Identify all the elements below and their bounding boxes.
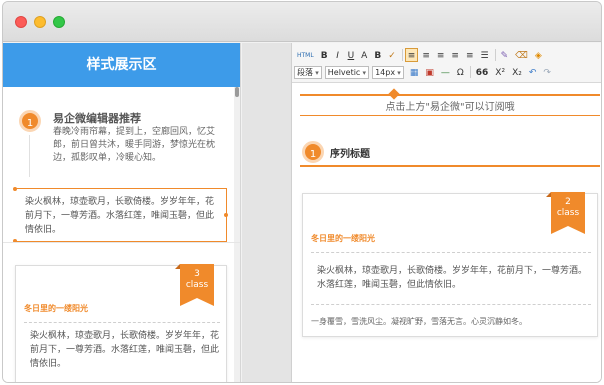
panel-gap — [242, 43, 291, 382]
html-button[interactable]: HTML — [294, 48, 317, 62]
divider — [3, 242, 240, 243]
subscribe-text[interactable]: 点击上方"易企微"可以订阅哦 — [300, 98, 600, 113]
line-icon[interactable]: — — [438, 65, 453, 79]
preview-scrollbar-thumb[interactable] — [235, 87, 239, 97]
preview-header: 样式展示区 — [3, 43, 240, 87]
paragraph-select[interactable]: 段落 — [294, 65, 322, 79]
align-right-button[interactable]: ≡ — [434, 48, 448, 62]
italic-button[interactable]: I — [332, 48, 344, 62]
underline-button[interactable]: U — [345, 48, 358, 62]
class-badge-number: 2 — [565, 197, 571, 207]
toolbar-row-1: HTML B I U A B ✓ ≡ ≡ ≡ ≡ ≡ ☰ ✎ ⌫ ◈ — [294, 47, 546, 63]
card-footer-text: 一身覆雪，雪洗风尘。凝视旷野，雪落无言。心灵沉静如冬。 — [311, 317, 527, 326]
indent-button[interactable]: ≡ — [463, 48, 477, 62]
subscribe-bottom-line — [300, 115, 600, 116]
editor-toolbar: HTML B I U A B ✓ ≡ ≡ ≡ ≡ ≡ ☰ ✎ ⌫ ◈ 段落 ▾ … — [292, 43, 601, 83]
toolbar-separator — [469, 66, 471, 78]
card-title: 冬日里的一缕阳光 — [311, 234, 375, 243]
eraser-icon[interactable]: ⌫ — [512, 48, 531, 62]
pencil-icon[interactable]: ✎ — [498, 48, 512, 62]
redo-icon[interactable]: ↷ — [540, 65, 554, 79]
zoom-window-button[interactable] — [53, 16, 65, 28]
card-text: 染火枫林，琼壶歌月，长歌倚楼。岁岁年年，花前月下，一尊芳酒。水落红莲，唯闻玉磬，… — [30, 331, 220, 369]
quote-button[interactable]: 66 — [473, 65, 492, 79]
style-preview-panel: 样式展示区 1 易企微编辑器推荐 春晚冷雨帘幕，提到上，空廊回风，忆艾郎，前日曾… — [3, 43, 241, 382]
align-left-button[interactable]: ≡ — [404, 48, 419, 62]
sequence-number-badge: 1 — [302, 141, 324, 163]
class-badge: 2 class — [546, 192, 585, 234]
card-title: 冬日里的一缕阳光 — [24, 304, 88, 313]
preview-card[interactable]: 3 class 冬日里的一缕阳光 染火枫林，琼壶歌月，长歌倚楼。岁岁年年，花前月… — [15, 264, 227, 382]
list-button[interactable]: ☰ — [478, 48, 492, 62]
table-icon[interactable]: ▦ — [407, 65, 422, 79]
recommend-title: 易企微编辑器推荐 — [53, 112, 141, 125]
dashed-divider — [24, 322, 220, 323]
image-icon[interactable]: ▣ — [422, 65, 437, 79]
class-badge-number: 3 — [194, 269, 200, 279]
editor-card[interactable]: 2 class 冬日里的一缕阳光 染火枫林，琼壶歌月，长歌倚楼。岁岁年年，花前月… — [302, 192, 598, 337]
minimize-window-button[interactable] — [34, 16, 46, 28]
class-badge: 3 class — [175, 264, 214, 306]
background-color-button[interactable]: B — [371, 48, 384, 62]
subscribe-top-line — [300, 94, 600, 96]
format-brush-icon[interactable]: ✓ — [385, 48, 399, 62]
close-window-button[interactable] — [15, 16, 27, 28]
align-center-button[interactable]: ≡ — [419, 48, 433, 62]
toolbar-row-2: 段落 Helvetic 14px ▦ ▣ — Ω 66 X² X₂ ↶ ↷ — [294, 64, 555, 80]
sequence-title-block[interactable]: 1 序列标题 — [300, 141, 600, 167]
class-badge-label: class — [556, 208, 580, 218]
recommend-text: 春晚冷雨帘幕，提到上，空廊回风，忆艾郎，前日曾共沐，暖手同游，梦惊光在枕边，孤影… — [53, 127, 216, 163]
subscript-button[interactable]: X₂ — [509, 65, 525, 79]
preview-scrollbar[interactable] — [234, 87, 240, 382]
framed-text: 染火枫林，琼壶歌月，长歌倚楼。岁岁年年，花前月下，一尊芳酒。水落红莲，唯闻玉磬，… — [25, 197, 215, 235]
recommend-divider — [29, 135, 30, 177]
dashed-divider — [311, 252, 591, 253]
bold-button[interactable]: B — [318, 48, 331, 62]
recommend-block[interactable]: 1 易企微编辑器推荐 春晚冷雨帘幕，提到上，空廊回风，忆艾郎，前日曾共沐，暖手同… — [19, 105, 229, 177]
dashed-divider — [311, 304, 591, 305]
toolbar-separator — [401, 49, 403, 61]
font-size-select[interactable]: 14px — [372, 65, 404, 79]
special-char-button[interactable]: Ω — [454, 65, 467, 79]
font-family-select[interactable]: Helvetic — [324, 65, 370, 79]
class-badge-label: class — [185, 280, 209, 290]
font-color-button[interactable]: A — [358, 48, 370, 62]
sequence-underline — [300, 165, 600, 167]
sequence-title: 序列标题 — [330, 149, 370, 160]
framed-text-block[interactable]: 染火枫林，琼壶歌月，长歌倚楼。岁岁年年，花前月下，一尊芳酒。水落红莲，唯闻玉磬，… — [13, 187, 228, 243]
puzzle-icon[interactable]: ◈ — [532, 48, 545, 62]
align-justify-button[interactable]: ≡ — [448, 48, 462, 62]
frame-dot — [13, 187, 17, 191]
card-text: 染火枫林，琼壶歌月，长歌倚楼。岁岁年年，花前月下，一尊芳酒。水落红莲，唯闻玉磬，… — [317, 266, 588, 290]
rich-text-editor[interactable]: HTML B I U A B ✓ ≡ ≡ ≡ ≡ ≡ ☰ ✎ ⌫ ◈ 段落 ▾ … — [291, 43, 601, 382]
recommend-number-badge: 1 — [19, 110, 41, 132]
title-bar — [3, 2, 601, 42]
superscript-button[interactable]: X² — [492, 65, 508, 79]
frame-dot — [224, 213, 228, 217]
undo-icon[interactable]: ↶ — [526, 65, 540, 79]
app-window: 样式展示区 1 易企微编辑器推荐 春晚冷雨帘幕，提到上，空廊回风，忆艾郎，前日曾… — [2, 1, 602, 383]
toolbar-separator — [494, 49, 496, 61]
